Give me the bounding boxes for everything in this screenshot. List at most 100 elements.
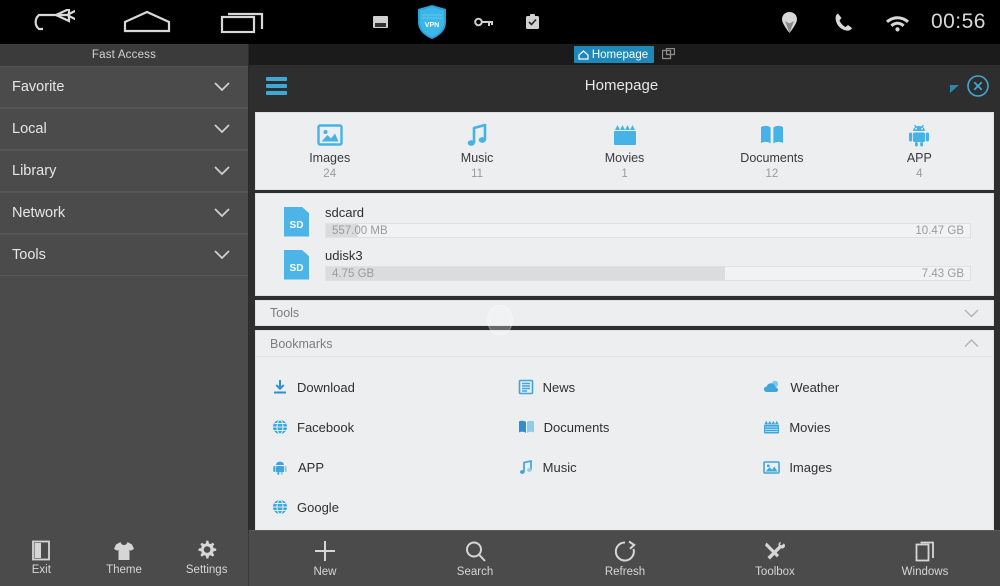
svg-text:VPN: VPN: [425, 22, 439, 29]
button-label: New: [313, 566, 337, 578]
windows-button[interactable]: Windows: [850, 531, 1000, 586]
bookmark-label: Music: [542, 459, 577, 475]
section-label: Bookmarks: [270, 336, 333, 351]
chevron-down-icon: [214, 124, 230, 134]
tab-homepage[interactable]: Homepage: [573, 46, 655, 63]
category-images[interactable]: Images 24: [256, 122, 403, 180]
search-icon: [464, 540, 487, 563]
storage-row-sdcard[interactable]: SD sdcard 557.00 MB 10.47 GB: [256, 200, 993, 243]
bookmark-music[interactable]: Music: [502, 447, 748, 487]
app-toolbar: Homepage: [249, 65, 1000, 106]
documents-icon: [518, 419, 535, 435]
back-icon[interactable]: [0, 0, 98, 44]
phone-icon[interactable]: [817, 0, 871, 44]
sd-card-icon: SD: [284, 206, 309, 237]
button-label: Search: [456, 565, 494, 578]
bookmark-news[interactable]: News: [502, 367, 748, 407]
bookmark-label: Download: [297, 379, 355, 395]
music-note-icon: [464, 122, 490, 148]
refresh-button[interactable]: Refresh: [550, 531, 700, 586]
gear-icon: [196, 540, 217, 561]
android-icon: [272, 459, 289, 475]
bookmark-facebook[interactable]: Facebook: [256, 407, 502, 447]
sidebar-title: Fast Access: [0, 44, 248, 66]
sd-card-icon: SD: [284, 249, 309, 280]
category-label: Movies: [604, 151, 645, 165]
resize-handle-icon[interactable]: [948, 82, 960, 98]
bookmark-google[interactable]: Google: [256, 487, 502, 527]
exit-button[interactable]: Exit: [0, 530, 83, 586]
status-clock: 00:56: [930, 10, 986, 33]
sidebar-item-network[interactable]: Network: [0, 192, 248, 234]
button-label: Theme: [106, 563, 142, 576]
storage-name: sdcard: [325, 205, 365, 220]
category-count: 1: [621, 168, 628, 180]
settings-button[interactable]: Settings: [165, 530, 248, 586]
download-icon: [272, 379, 288, 395]
hamburger-menu-icon[interactable]: [249, 76, 295, 95]
search-button[interactable]: Search: [400, 531, 550, 586]
news-icon: [518, 379, 534, 395]
sidebar-item-tools[interactable]: Tools: [0, 234, 248, 276]
windows-stack-icon: [915, 540, 936, 563]
section-label: Tools: [270, 306, 300, 320]
bookmark-weather[interactable]: Weather: [747, 367, 993, 407]
homepage-content: Images 24 Music 11 Movies 1 Documents 12…: [249, 106, 1000, 542]
chevron-up-icon: [964, 339, 979, 348]
sd-badge: SD: [289, 262, 304, 274]
toolbox-button[interactable]: Toolbox: [700, 531, 850, 586]
bookmark-documents[interactable]: Documents: [502, 407, 748, 447]
bookmark-label: Images: [789, 459, 832, 475]
sidebar-item-favorite[interactable]: Favorite: [0, 66, 248, 108]
bookmark-download[interactable]: Download: [256, 367, 502, 407]
key-icon[interactable]: [460, 0, 508, 44]
category-documents[interactable]: Documents 12: [698, 122, 845, 180]
bookmark-app[interactable]: APP: [256, 447, 502, 487]
chevron-down-icon: [964, 308, 979, 318]
storage-used: 557.00 MB: [332, 224, 388, 237]
sidebar-item-local[interactable]: Local: [0, 108, 248, 150]
chevron-down-icon: [214, 82, 230, 92]
sidebar-item-label: Tools: [12, 247, 46, 263]
page-title: Homepage: [584, 77, 659, 94]
vpn-shield-icon[interactable]: VPN: [404, 0, 460, 44]
bottom-bar: Exit Theme Settings New Search Refresh T…: [0, 530, 1000, 586]
home-icon[interactable]: [98, 0, 196, 44]
storage-progress-bar: 4.75 GB 7.43 GB: [325, 266, 971, 281]
button-label: Settings: [185, 564, 228, 576]
wifi-icon[interactable]: [871, 0, 925, 44]
weather-cloud-icon: [763, 379, 781, 395]
chevron-down-icon: [214, 250, 230, 260]
section-bookmarks: Bookmarks Download News Weather Facebook…: [255, 330, 994, 542]
location-icon[interactable]: [763, 0, 817, 44]
bookmark-label: Documents: [543, 419, 610, 435]
screenshot-icon[interactable]: [356, 0, 404, 44]
bookmark-movies[interactable]: Movies: [747, 407, 993, 447]
storage-row-udisk3[interactable]: SD udisk3 4.75 GB 7.43 GB: [256, 243, 993, 286]
new-button[interactable]: New: [250, 531, 400, 586]
category-movies[interactable]: Movies 1: [551, 122, 698, 180]
section-header-tools[interactable]: Tools: [255, 300, 994, 326]
recents-icon[interactable]: [196, 0, 294, 44]
category-label: APP: [906, 151, 932, 165]
fast-access-sidebar: Fast Access Favorite Local Library Netwo…: [0, 44, 249, 530]
refresh-icon: [614, 540, 636, 563]
sidebar-item-label: Local: [12, 121, 47, 137]
category-app[interactable]: APP 4: [846, 122, 993, 180]
new-tab-icon[interactable]: [662, 48, 676, 61]
storage-progress-fill: [326, 267, 726, 280]
bookmark-images[interactable]: Images: [747, 447, 993, 487]
button-label: Exit: [31, 564, 51, 576]
sidebar-item-library[interactable]: Library: [0, 150, 248, 192]
category-count: 11: [471, 168, 484, 180]
android-icon: [906, 122, 932, 148]
globe-icon: [272, 419, 288, 435]
section-header-bookmarks[interactable]: Bookmarks: [256, 331, 993, 357]
category-music[interactable]: Music 11: [403, 122, 550, 180]
storage-used: 4.75 GB: [332, 267, 375, 280]
clipboard-icon[interactable]: [508, 0, 556, 44]
close-circle-icon[interactable]: [966, 74, 990, 98]
sidebar-item-label: Library: [12, 163, 57, 179]
theme-button[interactable]: Theme: [83, 530, 166, 586]
book-icon: [759, 122, 785, 148]
